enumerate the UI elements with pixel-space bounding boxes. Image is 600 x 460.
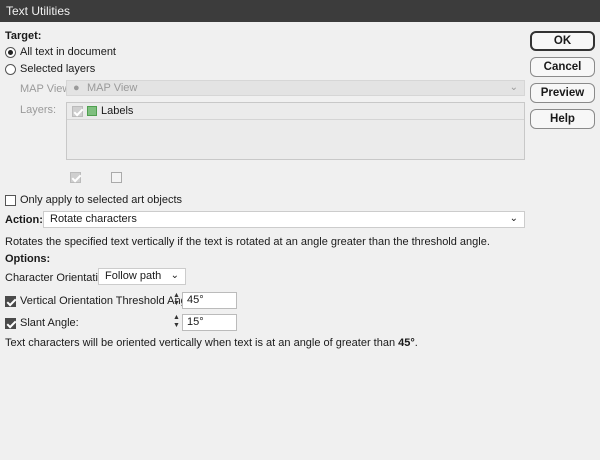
chevron-down-icon: ⌄: [509, 82, 518, 93]
footer-text: Text characters will be oriented vertica…: [5, 337, 399, 349]
threshold-field[interactable]: 45°: [182, 292, 237, 309]
action-label: Action:: [5, 214, 43, 226]
radio-selected-layers[interactable]: Selected layers: [5, 63, 95, 75]
threshold-option[interactable]: Vertical Orientation Threshold Angle:: [5, 295, 198, 307]
options-heading: Options:: [5, 253, 51, 265]
action-select[interactable]: Rotate characters ⌄: [43, 211, 525, 228]
slant-field[interactable]: 15°: [182, 314, 237, 331]
threshold-checkbox[interactable]: [5, 295, 16, 307]
radio-selected-layers-label: Selected layers: [20, 63, 96, 75]
preview-button[interactable]: Preview: [530, 83, 595, 103]
action-description: Rotates the specified text vertically if…: [5, 236, 490, 248]
footer-angle: 45°: [398, 337, 415, 349]
chevron-down-icon: ⌄: [170, 270, 179, 281]
check-all-layers-button[interactable]: [70, 172, 81, 183]
footer-suffix: .: [414, 337, 418, 349]
radio-all-text-indicator[interactable]: [5, 46, 16, 58]
uncheck-all-layers-button[interactable]: [111, 172, 123, 183]
radio-all-text[interactable]: All text in document: [5, 46, 116, 58]
target-heading: Target:: [5, 30, 42, 42]
threshold-spinner[interactable]: ▲ ▼: [172, 292, 181, 309]
layer-name: Labels: [101, 105, 134, 117]
layer-checkbox[interactable]: [72, 105, 83, 117]
orientation-value: Follow path: [105, 270, 162, 282]
orientation-label: Character Orientation:: [5, 272, 114, 284]
chevron-down-icon: ⌄: [509, 213, 518, 224]
only-selected-label: Only apply to selected art objects: [20, 194, 183, 206]
only-selected-option[interactable]: Only apply to selected art objects: [5, 194, 182, 206]
radio-selected-layers-indicator[interactable]: [5, 63, 16, 75]
layers-label: Layers:: [20, 104, 57, 116]
slant-option[interactable]: Slant Angle:: [5, 317, 79, 329]
radio-all-text-label: All text in document: [20, 46, 116, 58]
cancel-button[interactable]: Cancel: [530, 57, 595, 77]
slant-label: Slant Angle:: [20, 317, 79, 329]
help-button[interactable]: Help: [530, 109, 595, 129]
globe-icon: ●: [73, 82, 80, 94]
map-view-select[interactable]: ● MAP View ⌄: [66, 80, 525, 96]
layer-icon: [87, 106, 97, 116]
layers-list[interactable]: Labels: [66, 102, 525, 160]
footer-note: Text characters will be oriented vertica…: [5, 337, 418, 349]
ok-button[interactable]: OK: [530, 31, 595, 51]
window-title: Text Utilities: [6, 4, 71, 18]
slant-checkbox[interactable]: [5, 317, 16, 329]
orientation-select[interactable]: Follow path ⌄: [98, 268, 186, 285]
only-selected-checkbox[interactable]: [5, 194, 16, 206]
slant-spinner[interactable]: ▲ ▼: [172, 314, 181, 331]
window-titlebar: Text Utilities: [0, 0, 600, 22]
action-value: Rotate characters: [50, 213, 137, 225]
list-item[interactable]: Labels: [67, 103, 524, 120]
map-view-value: MAP View: [87, 82, 138, 94]
